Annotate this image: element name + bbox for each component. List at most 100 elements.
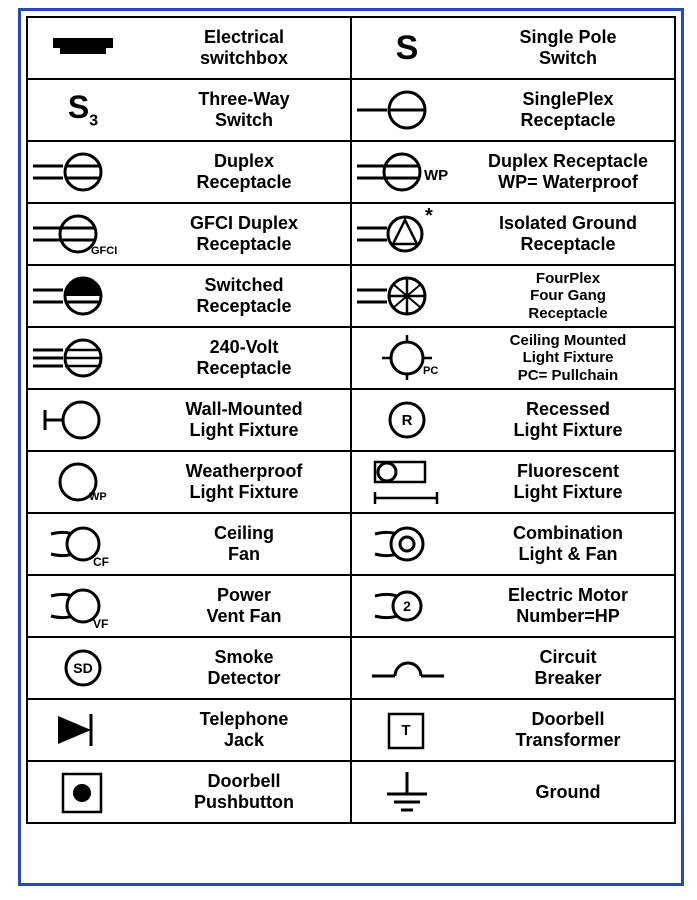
symbol-label: DoorbellTransformer (462, 709, 674, 750)
pushbutton-icon (28, 762, 138, 822)
wall-fixture-icon (28, 390, 138, 450)
svg-text:T: T (401, 722, 410, 739)
symbol-label: Electric MotorNumber=HP (462, 585, 674, 626)
legend-cell: WP Duplex ReceptacleWP= Waterproof (350, 140, 676, 204)
legend-cell: T DoorbellTransformer (350, 698, 676, 762)
combo-icon (352, 514, 462, 574)
symbol-label: CeilingFan (138, 523, 350, 564)
symbol-grid: ElectricalswitchboxSSingle PoleSwitchS3T… (27, 17, 675, 879)
240v-icon (28, 328, 138, 388)
symbol-label: DoorbellPushbutton (138, 771, 350, 812)
symbol-label: Wall-MountedLight Fixture (138, 399, 350, 440)
legend-row: ElectricalswitchboxSSingle PoleSwitch (27, 17, 675, 79)
symbol-label: CombinationLight & Fan (462, 523, 674, 564)
symbol-label: FluorescentLight Fixture (462, 461, 674, 502)
fluorescent-icon (352, 452, 462, 512)
legend-cell: DuplexReceptacle (26, 140, 352, 204)
svg-text:R: R (402, 412, 413, 429)
legend-row: S3Three-WaySwitch SinglePlexReceptacle (27, 79, 675, 141)
iso-ground-icon: * (352, 204, 462, 264)
duplex-wp-icon: WP (352, 142, 462, 202)
legend-row: SwitchedReceptacle FourPlexFour GangRecep… (27, 265, 675, 327)
symbol-label: GFCI DuplexReceptacle (138, 213, 350, 254)
legend-row: WP WeatherproofLight Fixture FluorescentLi… (27, 451, 675, 513)
legend-row: CF CeilingFan CombinationLight & Fan (27, 513, 675, 575)
smoke-icon: SD (28, 638, 138, 698)
motor-icon: 2 (352, 576, 462, 636)
vent-fan-icon: VF (28, 576, 138, 636)
symbol-label: SwitchedReceptacle (138, 275, 350, 316)
legend-cell: SDSmokeDetector (26, 636, 352, 700)
legend-cell: FluorescentLight Fixture (350, 450, 676, 514)
svg-text:CF: CF (93, 555, 109, 569)
legend-cell: Electricalswitchbox (26, 16, 352, 80)
switched-icon (28, 266, 138, 326)
legend-cell: R RecessedLight Fixture (350, 388, 676, 452)
svg-text:WP: WP (424, 167, 448, 184)
legend-cell: DoorbellPushbutton (26, 760, 352, 824)
legend-cell: 240-VoltReceptacle (26, 326, 352, 390)
legend-row: VF PowerVent Fan 2 Electric MotorNumber=HP (27, 575, 675, 637)
legend-row: SDSmokeDetector CircuitBreaker (27, 637, 675, 699)
svg-text:VF: VF (93, 617, 108, 631)
symbol-label: Ceiling MountedLight FixturePC= Pullchai… (462, 332, 674, 384)
legend-cell: TelephoneJack (26, 698, 352, 762)
legend-cell: SinglePlexReceptacle (350, 78, 676, 142)
symbol-label: Ground (462, 782, 674, 803)
symbol-label: Single PoleSwitch (462, 27, 674, 68)
fourplex-icon (352, 266, 462, 326)
legend-cell: WP WeatherproofLight Fixture (26, 450, 352, 514)
doorbell-t-icon: T (352, 700, 462, 760)
legend-cell: S3Three-WaySwitch (26, 78, 352, 142)
symbol-label: PowerVent Fan (138, 585, 350, 626)
svg-text:GFCI: GFCI (91, 245, 117, 257)
legend-cell: FourPlexFour GangReceptacle (350, 264, 676, 328)
legend-row: Wall-MountedLight Fixture R RecessedLight … (27, 389, 675, 451)
legend-cell: * Isolated GroundReceptacle (350, 202, 676, 266)
legend-cell: VF PowerVent Fan (26, 574, 352, 638)
symbol-label: FourPlexFour GangReceptacle (462, 270, 674, 322)
telephone-icon (28, 700, 138, 760)
svg-text:*: * (425, 205, 433, 227)
breaker-icon (352, 638, 462, 698)
singleplex-icon (352, 80, 462, 140)
symbol-label: SmokeDetector (138, 647, 350, 688)
ceiling-pc-icon: PC (352, 328, 462, 388)
legend-cell: CF CeilingFan (26, 512, 352, 576)
symbol-label: Electricalswitchbox (138, 27, 350, 68)
symbol-label: TelephoneJack (138, 709, 350, 750)
legend-row: DoorbellPushbutton Ground (27, 761, 675, 823)
switchbox-icon (28, 18, 138, 78)
legend-cell: PC Ceiling MountedLight FixturePC= Pullch… (350, 326, 676, 390)
symbol-label: CircuitBreaker (462, 647, 674, 688)
symbol-label: DuplexReceptacle (138, 151, 350, 192)
ground-icon (352, 762, 462, 822)
legend-row: DuplexReceptacle WP Duplex ReceptacleWP= W… (27, 141, 675, 203)
legend-cell: CircuitBreaker (350, 636, 676, 700)
symbol-label: Isolated GroundReceptacle (462, 213, 674, 254)
s-icon: S (352, 18, 462, 78)
svg-text:2: 2 (403, 598, 411, 614)
legend-cell: SSingle PoleSwitch (350, 16, 676, 80)
symbol-label: SinglePlexReceptacle (462, 89, 674, 130)
symbol-label: 240-VoltReceptacle (138, 337, 350, 378)
legend-cell: SwitchedReceptacle (26, 264, 352, 328)
symbol-label: RecessedLight Fixture (462, 399, 674, 440)
legend-row: TelephoneJack T DoorbellTransformer (27, 699, 675, 761)
recessed-icon: R (352, 390, 462, 450)
legend-cell: CombinationLight & Fan (350, 512, 676, 576)
symbol-label: WeatherproofLight Fixture (138, 461, 350, 502)
symbol-label: Duplex ReceptacleWP= Waterproof (462, 151, 674, 192)
legend-cell: GFCI GFCI DuplexReceptacle (26, 202, 352, 266)
weatherproof-icon: WP (28, 452, 138, 512)
svg-text:PC: PC (423, 365, 438, 377)
legend-cell: 2 Electric MotorNumber=HP (350, 574, 676, 638)
electrical-symbols-chart: ElectricalswitchboxSSingle PoleSwitchS3T… (0, 0, 697, 900)
svg-text:WP: WP (89, 491, 107, 503)
legend-row: GFCI GFCI DuplexReceptacle * Isolated Groun… (27, 203, 675, 265)
symbol-label: Three-WaySwitch (138, 89, 350, 130)
ceiling-fan-icon: CF (28, 514, 138, 574)
s3-icon: S3 (28, 80, 138, 140)
legend-cell: Wall-MountedLight Fixture (26, 388, 352, 452)
duplex-icon (28, 142, 138, 202)
